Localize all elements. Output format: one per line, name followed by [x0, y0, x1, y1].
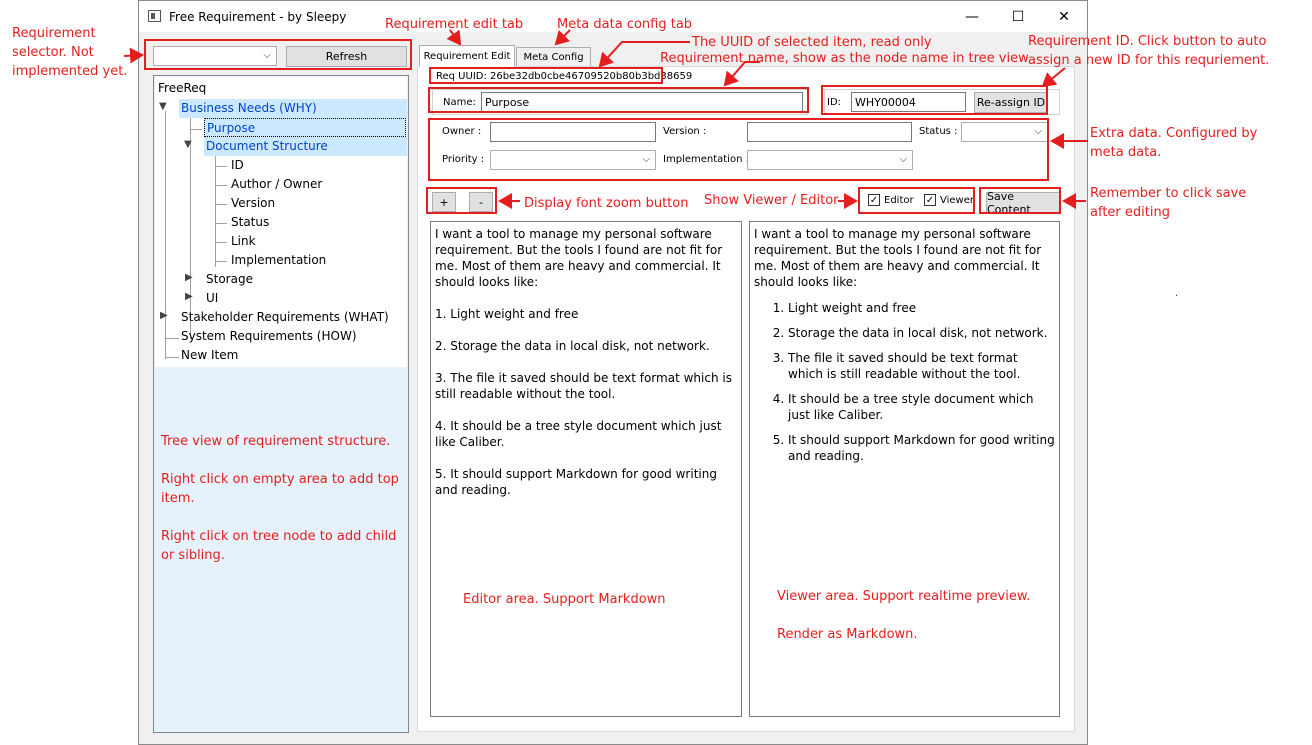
implementation-label: Implementation :: [663, 154, 749, 165]
viewer-list-item: The file it saved should be text format …: [788, 350, 1055, 382]
editor-line: 3. The file it saved should be text form…: [435, 371, 732, 401]
meta-data-group: Owner : Version : Status : ⌵ Priority : …: [432, 120, 1048, 180]
requirement-tree[interactable]: FreeReq ▼ Business Needs (WHY) Purpose ▼…: [153, 75, 409, 733]
tree-node-link[interactable]: Link: [229, 232, 256, 251]
tab-meta-config[interactable]: Meta Config: [516, 47, 591, 67]
check-icon[interactable]: ✓: [924, 194, 936, 206]
priority-label: Priority :: [442, 154, 485, 165]
tree-node-stakeholder-requirements[interactable]: Stakeholder Requirements (WHAT): [179, 308, 389, 327]
expand-triangle-icon[interactable]: ▼: [184, 139, 192, 150]
tree-root[interactable]: FreeReq: [156, 79, 206, 98]
tree-node-implementation[interactable]: Implementation: [229, 251, 326, 270]
editor-line: 2. Storage the data in local disk, not n…: [435, 339, 710, 353]
tree-node-document-structure[interactable]: Document Structure: [204, 137, 407, 156]
chevron-down-icon: ⌵: [899, 154, 907, 165]
editor-line: 1. Light weight and free: [435, 307, 579, 321]
tree-guide: [215, 223, 227, 224]
tree-node-storage[interactable]: Storage: [204, 270, 253, 289]
owner-label: Owner :: [442, 126, 482, 137]
viewer-list-item: Storage the data in local disk, not netw…: [788, 325, 1055, 341]
viewer-intro: I want a tool to manage my personal soft…: [754, 227, 1042, 289]
app-window: Free Requirement - by Sleepy — ☐ ✕ ⌵ Ref…: [138, 0, 1088, 745]
tree-node-purpose[interactable]: Purpose: [204, 118, 406, 137]
tree-node-business-needs[interactable]: Business Needs (WHY): [179, 99, 407, 118]
chevron-down-icon: ⌵: [642, 154, 650, 165]
tree-guide: [215, 185, 227, 186]
editor-line: 4. It should be a tree style document wh…: [435, 419, 722, 449]
editor-toggle[interactable]: ✓ Editor: [868, 194, 914, 206]
viewer-toggle[interactable]: ✓ Viewer: [924, 194, 974, 206]
collapse-triangle-icon[interactable]: ▶: [185, 272, 193, 283]
priority-select[interactable]: ⌵: [490, 150, 656, 170]
editor-line: 5. It should support Markdown for good w…: [435, 467, 717, 497]
tree-guide: [215, 166, 227, 167]
implementation-select[interactable]: ⌵: [747, 150, 913, 170]
zoom-in-button[interactable]: +: [432, 192, 456, 212]
owner-input[interactable]: [490, 122, 656, 142]
collapse-triangle-icon[interactable]: ▶: [160, 310, 168, 321]
tree-node-author-owner[interactable]: Author / Owner: [229, 175, 322, 194]
tree-node-status[interactable]: Status: [229, 213, 269, 232]
viewer-list-item: It should be a tree style document which…: [788, 391, 1055, 423]
collapse-triangle-icon[interactable]: ▶: [185, 291, 193, 302]
app-icon: [148, 10, 161, 22]
save-content-button[interactable]: Save Content: [986, 190, 1060, 216]
viewer-list-item: It should support Markdown for good writ…: [788, 432, 1055, 464]
tree-guide: [165, 111, 166, 359]
tree-guide: [215, 151, 216, 267]
refresh-button[interactable]: Refresh: [286, 46, 407, 67]
viewer-toggle-label: Viewer: [940, 194, 974, 206]
tree-node-version[interactable]: Version: [229, 194, 275, 213]
close-icon[interactable]: ✕: [1041, 1, 1087, 32]
annotation-extra: Extra data. Configured by meta data.: [1090, 126, 1258, 160]
chevron-down-icon: ⌵: [1034, 126, 1042, 137]
markdown-viewer: I want a tool to manage my personal soft…: [749, 221, 1060, 717]
stray-dot: .: [1175, 287, 1179, 299]
name-input[interactable]: Purpose: [481, 92, 803, 112]
annotation-selector: Requirement selector. Not implemented ye…: [12, 26, 128, 79]
tree-node-new-item[interactable]: New Item: [179, 346, 238, 365]
maximize-icon[interactable]: ☐: [995, 1, 1041, 32]
tree-guide: [215, 204, 227, 205]
name-group: Name: Purpose: [432, 89, 808, 115]
version-label: Version :: [663, 126, 707, 137]
id-label: ID:: [827, 97, 842, 108]
version-input[interactable]: [747, 122, 912, 142]
requirement-edit-page: Req UUID: 26be32db0cbe46709520b80b3bd386…: [417, 66, 1075, 732]
status-label: Status :: [919, 126, 958, 137]
uuid-label: Req UUID: 26be32db0cbe46709520b80b3bd386…: [436, 71, 693, 82]
tree-node-id[interactable]: ID: [229, 156, 244, 175]
annotation-save: Remember to click save after editing: [1090, 186, 1247, 220]
tab-requirement-edit[interactable]: Requirement Edit: [419, 45, 515, 67]
viewer-list-item: Light weight and free: [788, 300, 1055, 316]
tree-guide: [165, 338, 179, 339]
tree-guide: [165, 357, 179, 358]
window-title: Free Requirement - by Sleepy: [169, 10, 347, 24]
status-select[interactable]: ⌵: [961, 122, 1048, 142]
viewer-list: Light weight and free Storage the data i…: [754, 300, 1055, 464]
requirement-selector[interactable]: ⌵: [153, 46, 277, 66]
check-icon[interactable]: ✓: [868, 194, 880, 206]
tree-node-ui[interactable]: UI: [204, 289, 218, 308]
editor-toggle-label: Editor: [884, 194, 914, 206]
expand-triangle-icon[interactable]: ▼: [159, 101, 167, 112]
name-label: Name:: [443, 97, 476, 108]
editor-intro: I want a tool to manage my personal soft…: [435, 227, 723, 289]
id-group: ID: WHY00004 Re-assign ID: [824, 89, 1060, 115]
tree-guide: [215, 261, 227, 262]
minimize-icon[interactable]: —: [949, 1, 995, 32]
tree-guide: [190, 129, 202, 130]
zoom-out-button[interactable]: -: [469, 192, 493, 212]
reassign-id-button[interactable]: Re-assign ID: [974, 92, 1048, 113]
tree-guide: [215, 242, 227, 243]
id-input[interactable]: WHY00004: [851, 92, 966, 112]
markdown-editor[interactable]: I want a tool to manage my personal soft…: [430, 221, 742, 717]
chevron-down-icon: ⌵: [263, 50, 271, 61]
title-bar: Free Requirement - by Sleepy — ☐ ✕: [139, 1, 1087, 32]
tree-node-system-requirements[interactable]: System Requirements (HOW): [179, 327, 357, 346]
